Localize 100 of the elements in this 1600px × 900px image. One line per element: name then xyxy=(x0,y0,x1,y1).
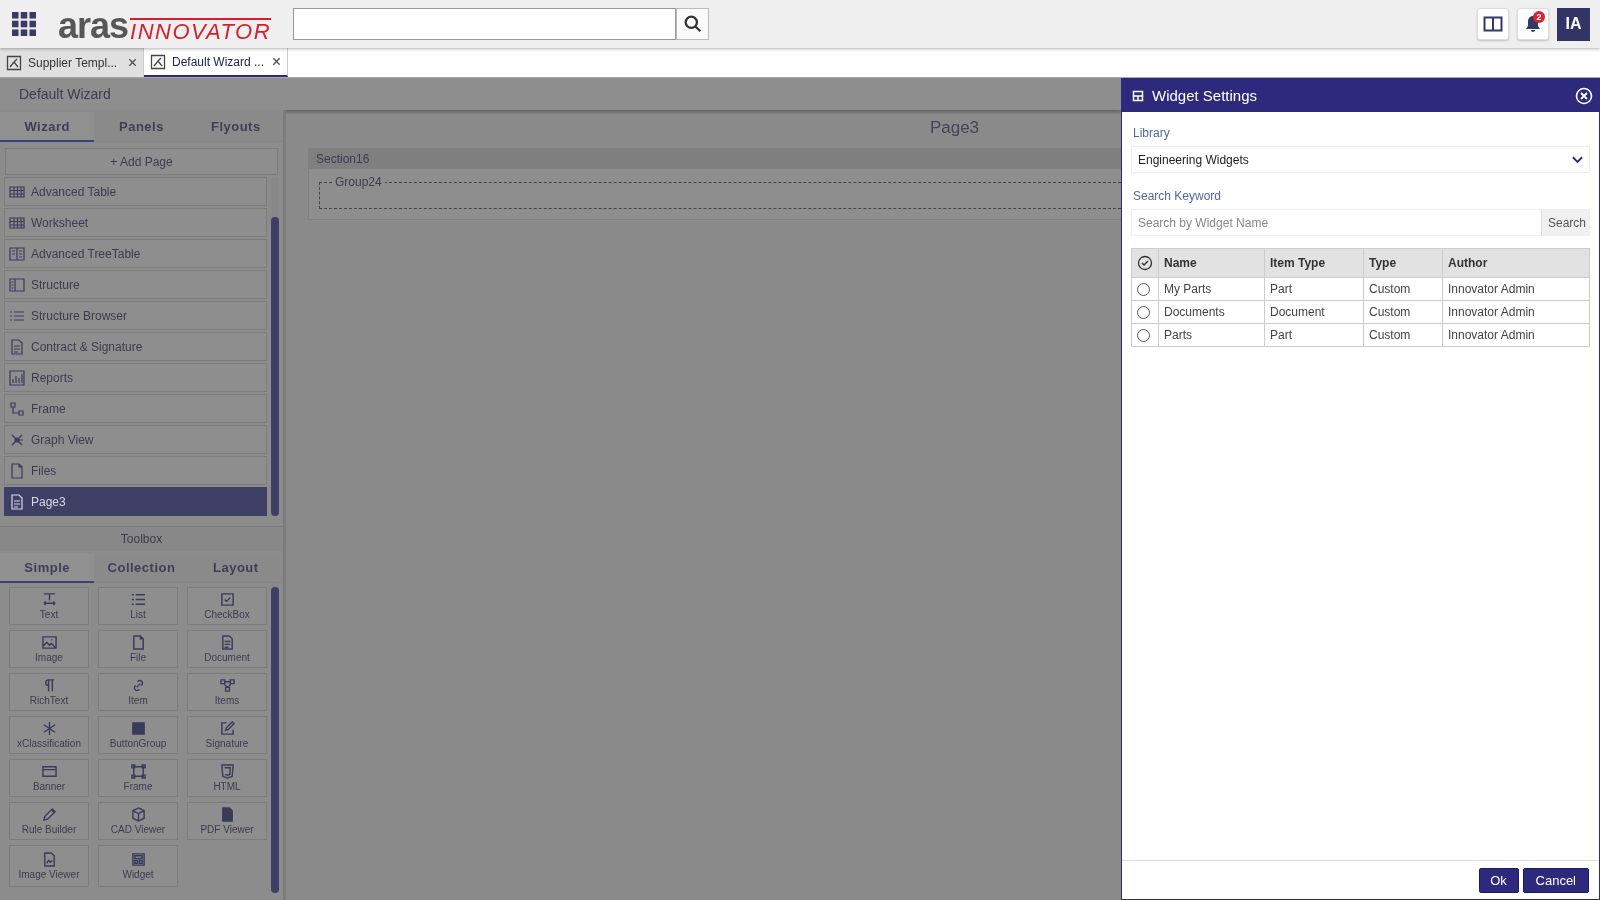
page-list-item[interactable]: Advanced Table xyxy=(4,177,267,206)
toolbox-item[interactable]: File xyxy=(98,630,178,668)
column-header[interactable]: Item Type xyxy=(1264,248,1364,278)
toolbox-item[interactable]: List xyxy=(98,587,178,625)
notifications-button[interactable]: 2 xyxy=(1517,8,1549,40)
cube-icon xyxy=(130,807,146,822)
toolbox-item[interactable]: Item xyxy=(98,673,178,711)
search-field[interactable] xyxy=(293,8,677,40)
split-view-button[interactable] xyxy=(1477,8,1509,40)
grid-icon xyxy=(9,214,25,231)
search-button[interactable]: Search xyxy=(1541,210,1589,235)
ok-button[interactable]: Ok xyxy=(1478,867,1519,893)
table-cell: Innovator Admin xyxy=(1442,300,1590,324)
page-list-item[interactable]: Structure Browser xyxy=(4,301,267,330)
column-header[interactable]: Author xyxy=(1442,248,1590,278)
toolbox-item[interactable]: CheckBox xyxy=(187,587,267,625)
toolbox-item[interactable]: ButtonGroup xyxy=(98,716,178,754)
table-cell: Part xyxy=(1264,277,1364,301)
toolbox-item[interactable]: Image xyxy=(9,630,89,668)
page-list-item[interactable]: Advanced TreeTable xyxy=(4,239,267,268)
toolbox-item[interactable]: xClassification xyxy=(9,716,89,754)
table-cell: My Parts xyxy=(1158,277,1265,301)
grid-icon xyxy=(9,183,25,200)
library-dropdown[interactable]: Engineering Widgets xyxy=(1131,146,1590,173)
column-header[interactable]: Type xyxy=(1363,248,1443,278)
section-title: Section16 xyxy=(316,152,370,166)
toolbox-item[interactable]: Widget xyxy=(98,845,178,887)
widget-icon xyxy=(130,852,146,867)
document-icon xyxy=(9,338,25,355)
section-header[interactable]: Section16 xyxy=(309,149,1121,169)
toolbox-tab[interactable]: Collection xyxy=(94,553,189,583)
notification-badge: 2 xyxy=(1533,11,1545,23)
toolbox-item[interactable]: RichText xyxy=(9,673,89,711)
page-list-item[interactable]: Frame xyxy=(4,394,267,423)
logo-product-name: INNOVATOR xyxy=(130,18,272,44)
toolbox-item[interactable]: Image Viewer xyxy=(9,845,89,887)
dialog-title: Widget Settings xyxy=(1152,87,1259,104)
toolbox-tab[interactable]: Layout xyxy=(188,553,283,583)
panel-tab[interactable]: Flyouts xyxy=(188,112,283,142)
toolbox-item[interactable]: Frame xyxy=(98,759,178,797)
file-icon xyxy=(9,462,25,479)
close-icon[interactable] xyxy=(128,58,137,67)
toolbox-tab[interactable]: Simple xyxy=(0,553,95,583)
app-menu-icon[interactable] xyxy=(12,12,36,36)
column-header[interactable]: Name xyxy=(1158,248,1265,278)
page-list-item[interactable]: Files xyxy=(4,456,267,485)
chevron-down-icon xyxy=(1572,155,1583,164)
document-tab[interactable]: Supplier Templ... xyxy=(0,48,144,77)
checkbox-icon xyxy=(219,592,235,607)
user-avatar[interactable]: IA xyxy=(1557,7,1590,41)
panel-tab[interactable]: Wizard xyxy=(0,112,95,142)
page-list-item[interactable]: Graph View xyxy=(4,425,267,454)
toolbox-item[interactable]: Items xyxy=(187,673,267,711)
page-list-item[interactable]: Structure xyxy=(4,270,267,299)
search-button[interactable] xyxy=(676,8,710,40)
group-title: Group24 xyxy=(334,175,383,189)
diagram-icon xyxy=(9,400,25,417)
shield-icon xyxy=(219,764,235,779)
file-icon xyxy=(219,807,235,822)
toolbox-item[interactable]: Rule Builder xyxy=(9,802,89,840)
table-cell: Custom xyxy=(1363,277,1443,301)
square-icon xyxy=(130,721,146,736)
toolbox-item[interactable]: HTML xyxy=(187,759,267,797)
toolbox-item[interactable]: Signature xyxy=(187,716,267,754)
search-icon xyxy=(683,15,702,33)
pencil-icon xyxy=(41,807,57,822)
toolbox-item[interactable]: Text xyxy=(9,587,89,625)
page-list-item[interactable]: Contract & Signature xyxy=(4,332,267,361)
toolbox-title: Toolbox xyxy=(120,532,163,546)
hierarchy-icon xyxy=(219,678,235,693)
image-icon xyxy=(41,635,57,650)
table-cell: Innovator Admin xyxy=(1442,277,1590,301)
asterisk-icon xyxy=(41,721,57,736)
table-cell: Part xyxy=(1264,323,1364,347)
table-cell: Custom xyxy=(1363,323,1443,347)
document-icon xyxy=(219,635,235,650)
add-page-button[interactable]: + Add Page xyxy=(5,148,278,175)
search-field[interactable]: Search by Widget Name Search xyxy=(1131,209,1590,236)
page-list-item[interactable]: Page3 xyxy=(4,487,267,516)
panel-tab[interactable]: Panels xyxy=(94,112,189,142)
close-icon[interactable] xyxy=(272,57,281,66)
group-frame[interactable]: Group24 xyxy=(319,175,1121,209)
widget-icon xyxy=(1132,89,1144,102)
toolbox-item[interactable]: CAD Viewer xyxy=(98,802,178,840)
table-cell: Documents xyxy=(1158,300,1265,324)
scrollbar[interactable] xyxy=(271,583,279,893)
table-cell: Innovator Admin xyxy=(1442,323,1590,347)
page-list-item[interactable]: Worksheet xyxy=(4,208,267,237)
table-cell: Document xyxy=(1264,300,1364,324)
scrollbar[interactable] xyxy=(271,177,279,516)
field-label: Library xyxy=(1133,126,1171,140)
toolbox-item[interactable]: Document xyxy=(187,630,267,668)
select-all-icon[interactable] xyxy=(1137,255,1153,271)
toolbox-item[interactable]: Banner xyxy=(9,759,89,797)
toolbox-item[interactable]: PDF Viewer xyxy=(187,802,267,840)
page-list-item[interactable]: Reports xyxy=(4,363,267,392)
edit-icon xyxy=(219,721,235,736)
cancel-button[interactable]: Cancel xyxy=(1522,867,1589,893)
panel-icon xyxy=(9,276,25,293)
document-tab[interactable]: Default Wizard ... xyxy=(144,48,288,77)
